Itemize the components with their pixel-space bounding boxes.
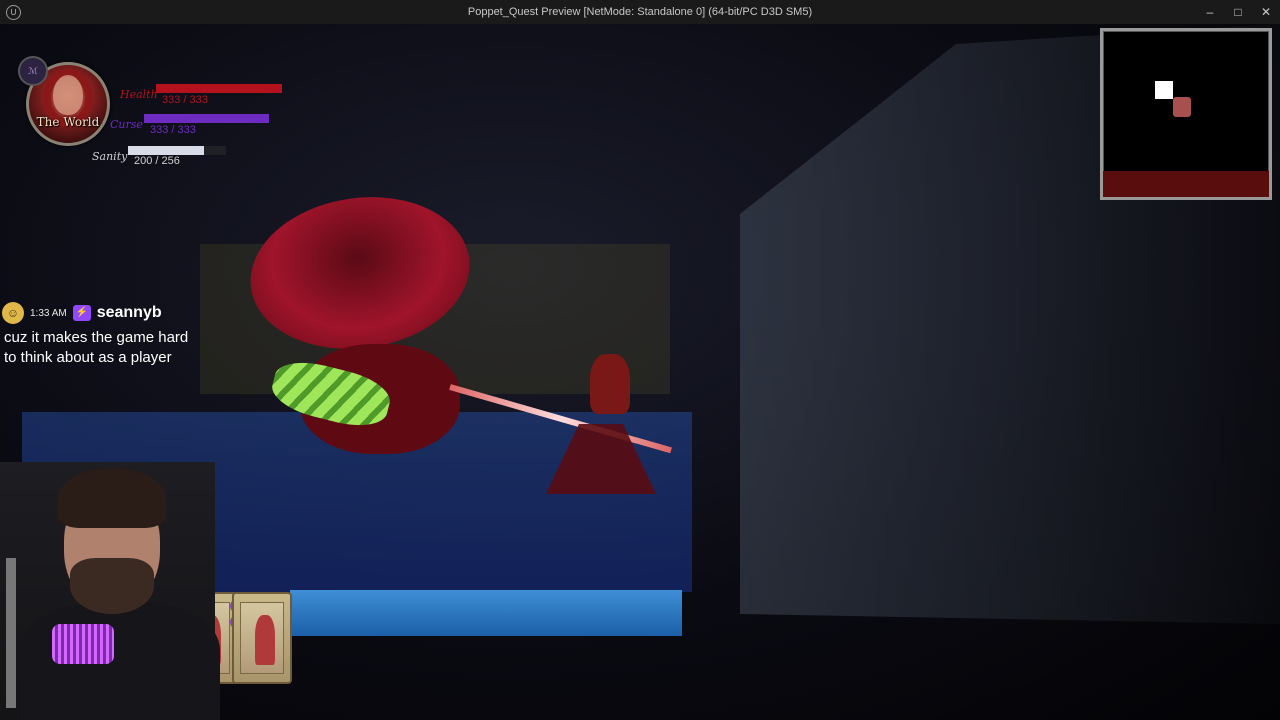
streamer-hair xyxy=(58,468,166,528)
game-viewport[interactable]: The World ℳ Health 333 / 333 Curse 333 /… xyxy=(0,24,1280,720)
health-value: 333 / 333 xyxy=(162,94,208,106)
streamer-beard xyxy=(70,558,154,614)
card-face xyxy=(240,602,284,674)
scene-floor-edge xyxy=(290,590,682,636)
unreal-logo-icon: U xyxy=(6,5,21,20)
chat-avatar-icon: ☺ xyxy=(2,302,24,324)
window-title: Poppet_Quest Preview [NetMode: Standalon… xyxy=(467,6,813,18)
level-badge-icon: ℳ xyxy=(18,56,48,86)
health-bar-fill xyxy=(156,84,282,93)
streamer-body xyxy=(20,602,220,720)
sanity-value: 200 / 256 xyxy=(134,155,180,167)
curse-label: Curse xyxy=(110,118,143,131)
curse-bar-fill xyxy=(144,114,269,123)
chat-username: seannyb xyxy=(96,304,162,321)
window-titlebar[interactable]: U Poppet_Quest Preview [NetMode: Standal… xyxy=(0,0,1280,24)
chat-badge-icon: ⚡ xyxy=(72,305,91,321)
curse-bar xyxy=(144,114,269,123)
webcam-overlay xyxy=(0,462,220,720)
tarot-card-2[interactable] xyxy=(232,592,292,684)
microphone-icon xyxy=(52,624,114,664)
close-button[interactable]: ✕ xyxy=(1252,0,1280,24)
chat-message: cuz it makes the game hard to think abou… xyxy=(4,329,189,366)
maximize-button[interactable]: □ xyxy=(1224,0,1252,24)
chat-overlay: ☺ 1:33 AM ⚡ seannyb cuz it makes the gam… xyxy=(2,302,202,368)
sanity-bar-fill xyxy=(128,146,205,155)
card-figure-icon xyxy=(255,615,275,665)
window-controls: – □ ✕ xyxy=(1196,0,1280,24)
curse-value: 333 / 333 xyxy=(150,124,196,136)
sanity-label: Sanity xyxy=(92,150,128,163)
health-label: Health xyxy=(120,88,158,101)
chat-timestamp: 1:33 AM xyxy=(30,307,67,319)
minimap-room xyxy=(1155,81,1173,99)
minimap-player-icon xyxy=(1173,97,1191,117)
chat-header: ☺ 1:33 AM ⚡ seannyb xyxy=(2,302,202,324)
minimap-bottom-strip xyxy=(1103,171,1269,197)
character-name: The World xyxy=(36,115,100,129)
mic-arm xyxy=(6,558,16,708)
health-bar xyxy=(156,84,282,93)
minimap xyxy=(1100,28,1272,200)
portrait-face xyxy=(53,75,83,115)
minimize-button[interactable]: – xyxy=(1196,0,1224,24)
sanity-bar xyxy=(128,146,226,155)
player-character xyxy=(590,354,630,414)
